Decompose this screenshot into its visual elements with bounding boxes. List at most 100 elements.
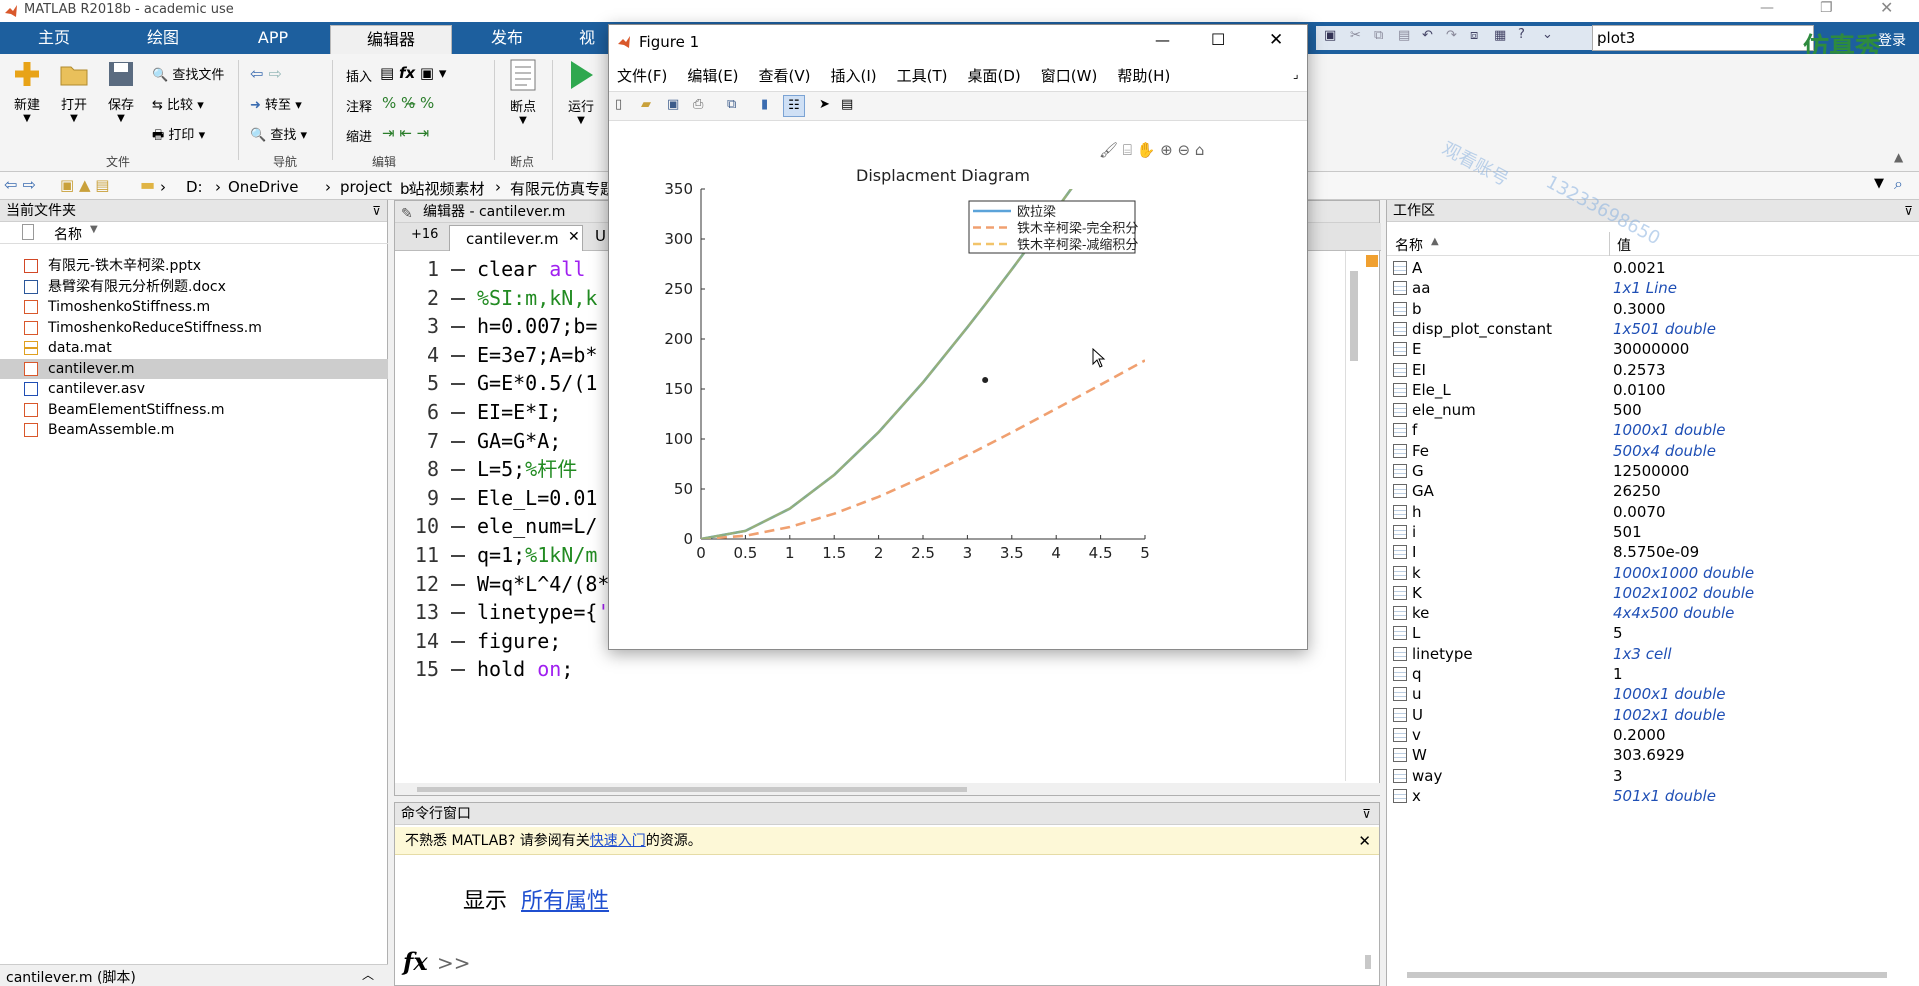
tab-home[interactable]: 主页: [0, 22, 108, 54]
workspace-variable-row[interactable]: q1: [1387, 664, 1919, 684]
help-icon[interactable]: ?: [1518, 27, 1525, 42]
cmd-scrollbar-thumb[interactable]: [1365, 955, 1371, 969]
workspace-variable-row[interactable]: ele_num 500: [1387, 400, 1919, 420]
workspace-variable-row[interactable]: A 0.0021: [1387, 258, 1919, 278]
line-number[interactable]: 14: [395, 627, 439, 655]
run-button[interactable]: 运行 ▼: [558, 58, 604, 126]
maximize-icon[interactable]: ☐: [1211, 30, 1225, 49]
line-dash[interactable]: [451, 297, 465, 300]
column-divider[interactable]: [1609, 232, 1610, 256]
line-dash[interactable]: [451, 497, 465, 500]
workspace-variable-row[interactable]: aa 1x1 Line: [1387, 278, 1919, 298]
breadcrumb-drive[interactable]: D:: [186, 178, 203, 196]
workspace-variable-row[interactable]: G 12500000: [1387, 461, 1919, 481]
print-figure-icon[interactable]: ⎙: [693, 97, 703, 112]
close-icon[interactable]: ✕: [1880, 0, 1893, 17]
editor-hscroll[interactable]: [395, 783, 1381, 795]
save-figure-icon[interactable]: ▣: [667, 97, 679, 112]
search-icon[interactable]: ⌕: [1894, 174, 1903, 194]
line-dash[interactable]: [451, 412, 465, 414]
layout-icon[interactable]: ▦: [1494, 28, 1506, 43]
minimize-icon[interactable]: —: [1760, 0, 1774, 16]
find-files-button[interactable]: 🔍 查找文件: [152, 64, 224, 83]
workspace-variable-row[interactable]: linetype 1x3 cell: [1387, 644, 1919, 664]
line-dash[interactable]: [451, 354, 465, 357]
line-dash[interactable]: [451, 526, 465, 529]
workspace-variable-row[interactable]: U 1002x1 double: [1387, 705, 1919, 725]
panel-menu-icon[interactable]: ⊽: [372, 200, 381, 222]
file-item[interactable]: cantilever.asv: [0, 379, 388, 399]
tab-publish[interactable]: 发布: [452, 22, 562, 54]
print-button[interactable]: 🖶 打印 ▾: [152, 124, 205, 148]
workspace-variable-row[interactable]: E 30000000: [1387, 339, 1919, 359]
paste-icon[interactable]: ▤: [1398, 28, 1410, 43]
line-dash[interactable]: [451, 640, 465, 643]
file-item[interactable]: TimoshenkoReduceStiffness.m: [0, 318, 388, 338]
breadcrumb-project[interactable]: project: [340, 178, 392, 196]
close-notice-icon[interactable]: ✕: [1358, 827, 1371, 855]
workspace-variable-row[interactable]: K 1002x1002 double: [1387, 583, 1919, 603]
line-number[interactable]: 13: [395, 598, 439, 626]
line-dash[interactable]: [451, 469, 465, 472]
line-dash[interactable]: [451, 583, 465, 586]
breakpoints-button[interactable]: 断点 ▼: [500, 58, 546, 126]
displacement-chart[interactable]: 0 0.5 1 1.5 2 2.5 3 3.5 4 4.5 50501001502002503003…: [609, 121, 1307, 649]
all-properties-link[interactable]: 所有属性: [521, 889, 609, 914]
line-number[interactable]: 10: [395, 512, 439, 540]
line-number[interactable]: 3: [395, 312, 439, 340]
documentation-search[interactable]: plot3: [1592, 25, 1814, 51]
workspace-variable-row[interactable]: v 0.2000: [1387, 725, 1919, 745]
workspace-variable-row[interactable]: ke 4x4x500 double: [1387, 603, 1919, 623]
new-button[interactable]: 新建 ▼: [8, 58, 46, 124]
file-item[interactable]: data.mat: [0, 338, 388, 358]
line-number[interactable]: 6: [395, 398, 439, 426]
line-number[interactable]: 5: [395, 369, 439, 397]
insert-icons[interactable]: ▤ fx ▣ ▾: [380, 64, 446, 82]
workspace-variable-row[interactable]: I 8.5750e-09: [1387, 542, 1919, 562]
nav-arrows-icon[interactable]: ⇦ ⇨: [4, 175, 36, 194]
restore-icon[interactable]: ❐: [1820, 0, 1833, 16]
indent-icons[interactable]: ⇥ ⇤ ⇥: [382, 124, 429, 142]
line-dash[interactable]: [451, 383, 465, 386]
breadcrumb-fem[interactable]: 有限元仿真专题: [510, 178, 615, 199]
tab-apps[interactable]: APP: [218, 22, 328, 54]
collapse-ribbon-icon[interactable]: ▲: [1894, 150, 1903, 164]
minimize-icon[interactable]: —: [1155, 31, 1170, 49]
menu-edit[interactable]: 编辑(E): [687, 67, 738, 85]
folder-nav-icons[interactable]: ▣ ▲ ▤: [60, 176, 109, 194]
open-file-icon[interactable]: ▰: [641, 97, 651, 112]
workspace-variable-row[interactable]: x 501x1 double: [1387, 786, 1919, 806]
line-number[interactable]: 4: [395, 341, 439, 369]
name-column[interactable]: 名称: [54, 224, 82, 244]
line-number[interactable]: 7: [395, 427, 439, 455]
file-item[interactable]: BeamElementStiffness.m: [0, 400, 388, 420]
line-dash[interactable]: [451, 440, 465, 443]
comment-icons[interactable]: % %̶ %: [382, 94, 434, 112]
open-button[interactable]: 打开 ▼: [55, 58, 93, 124]
workspace-variable-row[interactable]: GA 26250: [1387, 481, 1919, 501]
undo-icon[interactable]: ↶: [1422, 28, 1433, 43]
name-column-header[interactable]: 名称: [1395, 235, 1423, 255]
redo-icon[interactable]: ↷: [1446, 28, 1457, 43]
tab-view[interactable]: 视: [562, 22, 612, 54]
quick-start-link[interactable]: 快速入门: [590, 833, 646, 849]
workspace-variable-row[interactable]: k 1000x1000 double: [1387, 563, 1919, 583]
back-arrow-icon[interactable]: ⇦ ⇨: [250, 64, 282, 83]
workspace-variable-row[interactable]: Fe 500x4 double: [1387, 441, 1919, 461]
file-item[interactable]: cantilever.m: [0, 358, 388, 379]
compare-button[interactable]: ⇆ 比较 ▾: [152, 94, 204, 113]
ws-hscroll-thumb[interactable]: [1407, 972, 1887, 978]
folder-column-header[interactable]: 名称 ▼: [0, 222, 388, 244]
file-item[interactable]: 悬臂梁有限元分析例题.docx: [0, 277, 388, 297]
panel-menu-icon[interactable]: ⊽: [1904, 200, 1913, 222]
code-analyzer-bar[interactable]: [1345, 251, 1380, 781]
workspace-variable-row[interactable]: disp_plot_constant 1x501 double: [1387, 319, 1919, 339]
menu-desktop[interactable]: 桌面(D): [968, 67, 1021, 85]
workspace-variable-row[interactable]: i 501: [1387, 522, 1919, 542]
legend-icon[interactable]: ☷: [783, 95, 805, 117]
workspace-variable-row[interactable]: Ele_L 0.0100: [1387, 380, 1919, 400]
switch-windows-icon[interactable]: ⧈: [1470, 28, 1478, 43]
command-prompt[interactable]: >>: [437, 951, 471, 975]
warning-indicator[interactable]: [1366, 255, 1378, 267]
breadcrumb-onedrive[interactable]: OneDrive: [228, 178, 299, 196]
